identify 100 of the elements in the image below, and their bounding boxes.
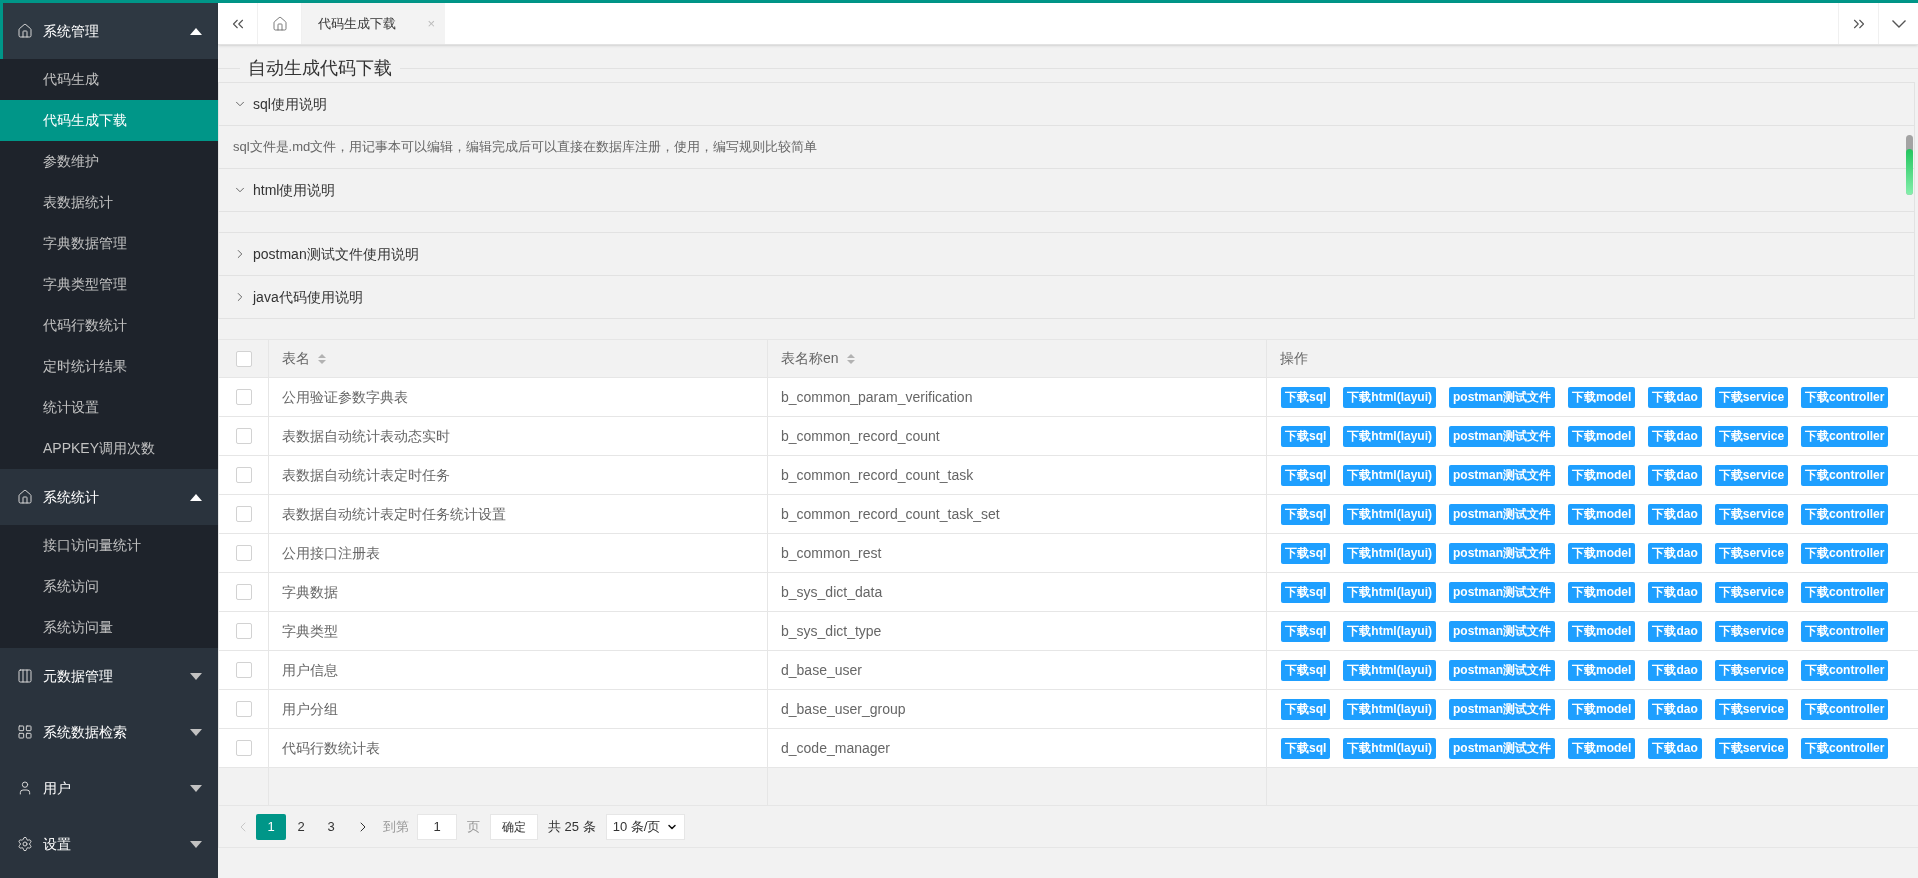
download-button[interactable]: 下载model (1568, 698, 1636, 720)
download-button[interactable]: 下载html(layui) (1343, 737, 1436, 759)
download-button[interactable]: 下载service (1714, 464, 1789, 486)
checkbox[interactable] (235, 506, 252, 522)
download-button[interactable]: 下载dao (1648, 542, 1702, 564)
download-button[interactable]: postman测试文件 (1449, 386, 1556, 408)
download-button[interactable]: 下载controller (1801, 659, 1889, 681)
download-button[interactable]: 下载html(layui) (1343, 386, 1436, 408)
download-button[interactable]: 下载service (1714, 386, 1789, 408)
download-button[interactable]: 下载service (1714, 542, 1789, 564)
download-button[interactable]: 下载html(layui) (1343, 503, 1436, 525)
download-button[interactable]: 下载sql (1281, 581, 1331, 603)
sidebar-item[interactable]: 表数据统计 (0, 182, 218, 223)
download-button[interactable]: 下载controller (1801, 425, 1889, 447)
download-button[interactable]: 下载model (1568, 425, 1636, 447)
download-button[interactable]: 下载controller (1801, 503, 1889, 525)
accordion-header[interactable]: sql使用说明 (219, 83, 1914, 126)
sidebar-item[interactable]: 定时统计结果 (0, 346, 218, 387)
download-button[interactable]: 下载sql (1281, 620, 1331, 642)
download-button[interactable]: 下载model (1568, 503, 1636, 525)
download-button[interactable]: 下载sql (1281, 425, 1331, 447)
download-button[interactable]: 下载html(layui) (1343, 425, 1436, 447)
sidebar-item[interactable]: 代码生成 (0, 59, 218, 100)
download-button[interactable]: 下载controller (1801, 386, 1889, 408)
sidebar-group[interactable]: 系统管理 (0, 3, 218, 59)
download-button[interactable]: 下载dao (1648, 698, 1702, 720)
checkbox[interactable] (235, 428, 252, 444)
download-button[interactable]: 下载dao (1648, 581, 1702, 603)
checkbox[interactable] (235, 740, 252, 756)
accordion-header[interactable]: html使用说明 (219, 169, 1914, 212)
accordion-header[interactable]: java代码使用说明 (219, 276, 1914, 319)
download-button[interactable]: 下载sql (1281, 464, 1331, 486)
sidebar-item[interactable]: 代码生成下载 (0, 100, 218, 141)
download-button[interactable]: 下载html(layui) (1343, 659, 1436, 681)
download-button[interactable]: 下载dao (1648, 659, 1702, 681)
page-button[interactable]: 2 (286, 813, 316, 840)
page-button[interactable]: 1 (256, 813, 286, 840)
download-button[interactable]: 下载dao (1648, 620, 1702, 642)
download-button[interactable]: 下载dao (1648, 386, 1702, 408)
sort-icon[interactable] (318, 352, 326, 365)
download-button[interactable]: 下载dao (1648, 503, 1702, 525)
download-button[interactable]: 下载dao (1648, 737, 1702, 759)
download-button[interactable]: 下载service (1714, 698, 1789, 720)
checkbox[interactable] (235, 545, 252, 561)
accordion-header[interactable]: postman测试文件使用说明 (219, 233, 1914, 276)
download-button[interactable]: 下载html(layui) (1343, 698, 1436, 720)
download-button[interactable]: 下载dao (1648, 464, 1702, 486)
download-button[interactable]: 下载model (1568, 659, 1636, 681)
checkbox[interactable] (235, 701, 252, 717)
sidebar-item[interactable]: 接口访问量统计 (0, 525, 218, 566)
download-button[interactable]: 下载html(layui) (1343, 581, 1436, 603)
download-button[interactable]: 下载sql (1281, 503, 1331, 525)
sidebar-item[interactable]: 统计设置 (0, 387, 218, 428)
download-button[interactable]: 下载service (1714, 425, 1789, 447)
checkbox[interactable] (235, 350, 252, 367)
checkbox[interactable] (235, 467, 252, 483)
sidebar-item[interactable]: 参数维护 (0, 141, 218, 182)
page-button[interactable]: 3 (316, 813, 346, 840)
download-button[interactable]: postman测试文件 (1449, 464, 1556, 486)
download-button[interactable]: 下载service (1714, 620, 1789, 642)
download-button[interactable]: 下载model (1568, 581, 1636, 603)
download-button[interactable]: 下载model (1568, 464, 1636, 486)
download-button[interactable]: postman测试文件 (1449, 581, 1556, 603)
download-button[interactable]: 下载html(layui) (1343, 464, 1436, 486)
download-button[interactable]: 下载dao (1648, 425, 1702, 447)
sidebar-item[interactable]: 代码行数统计 (0, 305, 218, 346)
confirm-button[interactable]: 确定 (490, 813, 538, 840)
page-size-select[interactable]: 10 条/页 (605, 813, 686, 840)
page-input[interactable]: 1 (417, 813, 457, 840)
download-button[interactable]: 下载sql (1281, 386, 1331, 408)
download-button[interactable]: 下载service (1714, 581, 1789, 603)
scroll-thumb[interactable] (1906, 135, 1913, 195)
download-button[interactable]: postman测试文件 (1449, 503, 1556, 525)
checkbox[interactable] (235, 389, 252, 405)
download-button[interactable]: postman测试文件 (1449, 737, 1556, 759)
checkbox[interactable] (235, 662, 252, 678)
sidebar-item[interactable]: 字典类型管理 (0, 264, 218, 305)
sidebar-item[interactable]: APPKEY调用次数 (0, 428, 218, 469)
download-button[interactable]: 下载controller (1801, 542, 1889, 564)
download-button[interactable]: 下载model (1568, 737, 1636, 759)
download-button[interactable]: 下载service (1714, 737, 1789, 759)
download-button[interactable]: postman测试文件 (1449, 659, 1556, 681)
download-button[interactable]: 下载html(layui) (1343, 542, 1436, 564)
download-button[interactable]: postman测试文件 (1449, 620, 1556, 642)
download-button[interactable]: 下载controller (1801, 737, 1889, 759)
sidebar-item[interactable]: 系统访问 (0, 566, 218, 607)
sort-icon[interactable] (846, 352, 855, 365)
download-button[interactable]: 下载controller (1801, 620, 1889, 642)
download-button[interactable]: 下载model (1568, 386, 1636, 408)
download-button[interactable]: 下载sql (1281, 698, 1331, 720)
checkbox[interactable] (235, 584, 252, 600)
download-button[interactable]: 下载sql (1281, 737, 1331, 759)
page-tab[interactable]: 代码生成下载 × (302, 3, 445, 44)
download-button[interactable]: 下载model (1568, 542, 1636, 564)
close-button[interactable]: × (427, 13, 435, 34)
download-button[interactable]: 下载service (1714, 659, 1789, 681)
sidebar-item[interactable]: 系统访问量 (0, 607, 218, 648)
download-button[interactable]: 下载sql (1281, 542, 1331, 564)
download-button[interactable]: 下载model (1568, 620, 1636, 642)
download-button[interactable]: postman测试文件 (1449, 425, 1556, 447)
